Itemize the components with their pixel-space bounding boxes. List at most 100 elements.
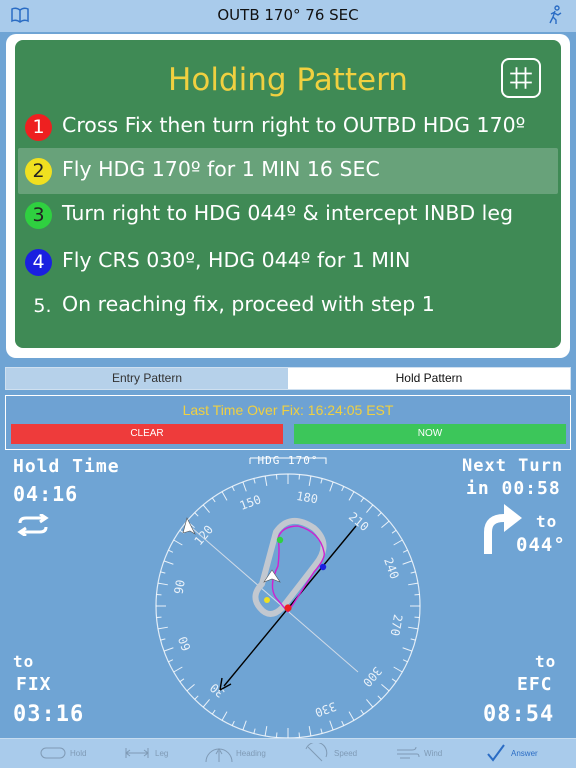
compass-tick (168, 549, 174, 553)
tab-entry-pattern[interactable]: Entry Pattern (6, 368, 288, 389)
compass-tick (377, 695, 382, 700)
compass-tick (157, 626, 168, 630)
compass-tick (393, 666, 403, 673)
compass-tick (391, 529, 397, 534)
tab-heading[interactable]: Heading (204, 743, 274, 767)
checkmark-icon (487, 744, 505, 762)
to-fix-label: FIX (16, 674, 52, 695)
compass-tick (308, 726, 312, 737)
step-4-text: Fly CRS 030º, HDG 044º for 1 MIN (62, 248, 411, 272)
compass-tick (402, 560, 413, 565)
now-button[interactable]: NOW (294, 424, 566, 444)
to-fix-value: 03:16 (13, 702, 85, 727)
compass-tick (194, 695, 199, 700)
bottom-tab-bar: Hold Leg Heading Speed Wind Answer (0, 738, 576, 768)
compass-tick (264, 475, 268, 486)
compass-tick (231, 720, 235, 726)
compass-number: 330 (313, 699, 338, 720)
next-turn-label: Next Turn (462, 456, 564, 476)
tab-hold-pattern[interactable]: Hold Pattern (288, 368, 570, 389)
compass-tick (408, 626, 419, 630)
compass-tick (160, 638, 166, 641)
compass-tick (202, 699, 210, 708)
compass-tick (221, 491, 228, 501)
tab-answer[interactable]: Answer (486, 743, 546, 767)
compass-tick (360, 497, 365, 503)
tab-leg[interactable]: Leg (125, 743, 185, 767)
compass-rose: HDG 170° 150 180 210 240 270 300 330 30 60 90 120 (155, 454, 421, 738)
step-5-text: On reaching fix, proceed with step 1 (62, 292, 435, 316)
compass-tick (402, 659, 408, 663)
step-1-text: Cross Fix then turn right to OUTBD HDG 1… (62, 113, 526, 137)
efc-to: to (535, 652, 557, 671)
compass-tick (160, 571, 166, 574)
compass-tick (381, 684, 390, 692)
heading-gauge-icon (205, 748, 233, 763)
compass-number: 120 (191, 522, 216, 548)
step-2-text: Fly HDG 170º for 1 MIN 16 SEC (62, 157, 380, 181)
point-1 (284, 604, 292, 612)
compass-tick (242, 720, 247, 731)
compass-number: 180 (295, 489, 319, 507)
compass-tick (402, 647, 413, 652)
wind-icon (397, 746, 420, 759)
compass-tick (157, 582, 168, 586)
hold-oval-icon (40, 747, 66, 759)
point-3 (276, 536, 284, 544)
compass-tick (410, 571, 416, 574)
compass-tick (408, 582, 419, 586)
step-4: 4 Fly CRS 030º, HDG 044º for 1 MIN (15, 239, 561, 285)
compass-tick (163, 647, 174, 652)
compass-tick (253, 728, 256, 734)
hashtag-grid-icon[interactable] (501, 58, 541, 98)
compass-tick (163, 560, 174, 565)
compass-tick (242, 481, 247, 492)
tab-wind[interactable]: Wind (396, 743, 456, 767)
compass-tick (391, 678, 397, 683)
compass-tick (179, 678, 185, 683)
step-5: 5. On reaching fix, proceed with step 1 (15, 283, 561, 329)
tab-wind-label: Wind (424, 749, 443, 758)
step-2: 2 Fly HDG 170º for 1 MIN 16 SEC (18, 148, 558, 194)
compass-tick (253, 478, 256, 484)
time-box: Last Time Over Fix: 16:24:05 EST CLEAR N… (5, 395, 571, 450)
board-heading: Holding Pattern (168, 62, 408, 98)
to-fix-to: to (13, 652, 35, 671)
tab-hold-label: Hold (70, 749, 87, 758)
compass-tick (168, 659, 174, 663)
next-turn-to: to (536, 512, 558, 531)
compass-tick (202, 504, 210, 513)
clear-button[interactable]: CLEAR (11, 424, 283, 444)
compass-tick (329, 481, 334, 492)
compass-tick (360, 709, 365, 715)
step-5-number: 5. (33, 295, 52, 317)
tab-speed[interactable]: Speed (304, 743, 364, 767)
step-3: 3 Turn right to HDG 044º & intercept INB… (15, 192, 561, 238)
next-turn-heading: 044° (516, 534, 566, 556)
compass-tick (211, 497, 216, 503)
compass-tick (329, 720, 334, 731)
compass-tick (366, 699, 374, 708)
tab-speed-label: Speed (334, 749, 358, 758)
step-1-number: 1 (25, 114, 52, 141)
top-bar: OUTB 170° 76 SEC (0, 0, 576, 32)
next-turn-time: in 00:58 (466, 478, 561, 499)
compass-number: 30 (207, 680, 227, 700)
compass-tick (377, 512, 382, 517)
compass-number: 240 (381, 556, 402, 581)
compass-tick (320, 478, 323, 484)
walking-person-icon[interactable] (546, 5, 564, 25)
step-1: 1 Cross Fix then turn right to OUTBD HDG… (15, 104, 561, 150)
compass-number: 300 (360, 664, 385, 690)
efc-label: EFC (517, 674, 553, 695)
tab-heading-label: Heading (236, 749, 266, 758)
tab-hold[interactable]: Hold (40, 743, 100, 767)
step-4-number: 4 (25, 249, 52, 276)
compass-tick (221, 711, 228, 721)
compass-tick (320, 728, 323, 734)
tab-answer-label: Answer (511, 749, 538, 758)
compass-tick (366, 504, 374, 513)
compass-number: 60 (176, 634, 194, 652)
compass-tick (186, 684, 195, 692)
tab-leg-label: Leg (155, 749, 169, 758)
